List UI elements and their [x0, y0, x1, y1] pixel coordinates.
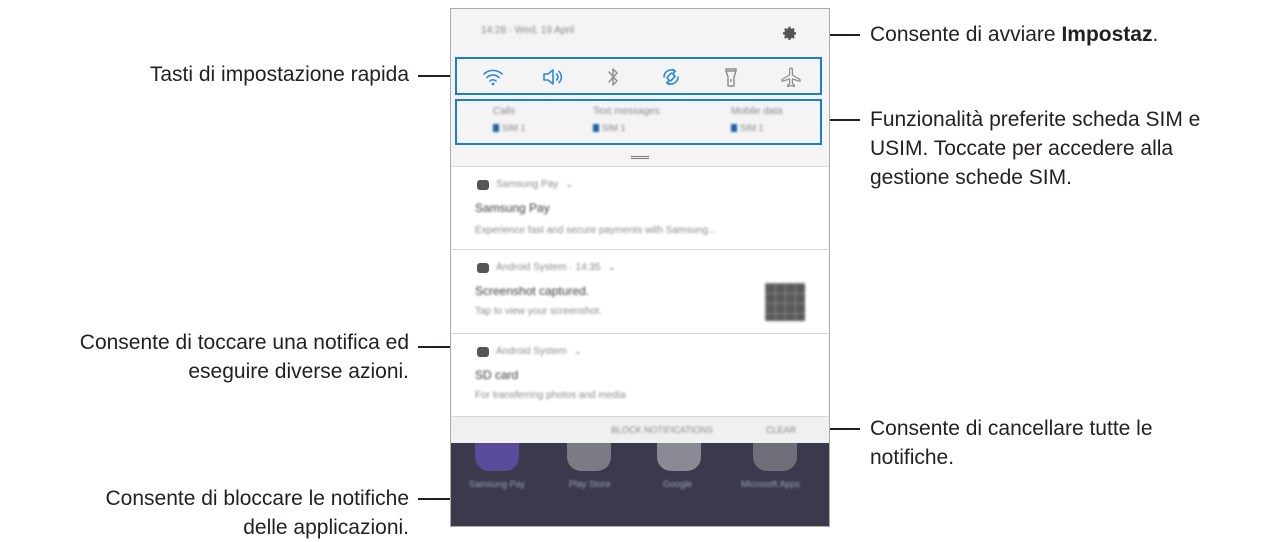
- dock-label: Samsung Pay: [469, 479, 526, 489]
- sim-calls[interactable]: Calls SIM 1: [493, 106, 526, 133]
- notification-app-name: Samsung Pay: [496, 179, 559, 190]
- sim-data-value-row: SIM 1: [731, 123, 783, 133]
- dock-label: Play Store: [569, 479, 611, 489]
- wifi-icon[interactable]: [481, 66, 505, 88]
- sim-text-messages[interactable]: Text messages SIM 1: [593, 106, 660, 133]
- block-notifications-button[interactable]: BLOCK NOTIFICATIONS: [611, 425, 713, 435]
- airplane-mode-icon[interactable]: [779, 66, 803, 88]
- chevron-down-icon[interactable]: ⌄: [608, 262, 616, 273]
- notification-app-name: Android System: [496, 346, 567, 357]
- settings-gear-icon[interactable]: [780, 24, 798, 42]
- notification-text: For transferring photos and media: [475, 390, 626, 401]
- quick-settings-bar: [455, 57, 822, 95]
- callout-sim-line2: USIM. Toccate per accedere alla: [870, 137, 1174, 160]
- sim-text-title: Text messages: [593, 106, 660, 117]
- notification-actions-bar: BLOCK NOTIFICATIONS CLEAR: [451, 416, 829, 443]
- callout-sim-line1: Funzionalità preferite scheda SIM e: [870, 108, 1201, 131]
- callout-settings-prefix: Consente di avviare: [870, 23, 1062, 46]
- image-icon: [477, 262, 489, 273]
- callout-settings-suffix: .: [1152, 23, 1159, 46]
- auto-rotate-icon[interactable]: [659, 66, 683, 88]
- callout-notification-line2: eseguire diverse azioni.: [188, 360, 409, 383]
- sim-data-title: Mobile data: [731, 106, 783, 117]
- notification-card-samsung-pay[interactable]: Samsung Pay ⌄ Samsung Pay Experience fas…: [451, 166, 829, 250]
- clear-button[interactable]: CLEAR: [766, 425, 796, 435]
- callout-clear-line2: notifiche.: [870, 446, 955, 469]
- callout-clear-line1: Consente di cancellare tutte le: [870, 417, 1153, 440]
- sd-card-icon: [477, 346, 489, 357]
- callout-settings-bold: Impostaz: [1061, 23, 1153, 46]
- sim-preferences-bar[interactable]: Calls SIM 1 Text messages SIM 1 Mobile d…: [455, 99, 822, 145]
- notification-title: Screenshot captured.: [475, 284, 590, 298]
- callout-settings: Consente di avviare Impostaz.: [870, 20, 1158, 49]
- sim-card-icon: [593, 124, 599, 132]
- callout-notification-line1: Consente di toccare una notifica ed: [79, 331, 409, 354]
- phone-screen: 14:28 · Wed, 19 April Calls SIM 1 Text m…: [450, 8, 830, 527]
- notification-app-row: Android System ⌄: [477, 346, 582, 357]
- notification-card-sd-card[interactable]: Android System ⌄ SD card For transferrin…: [451, 333, 829, 417]
- sim-card-icon: [731, 124, 737, 132]
- status-bar: 14:28 · Wed, 19 April: [451, 9, 829, 55]
- chevron-down-icon[interactable]: ⌄: [565, 179, 573, 190]
- dock-label: Google: [663, 479, 693, 489]
- dock-label: Microsoft Apps: [741, 479, 801, 489]
- home-screen-dock: Samsung Pay Play Store Google Microsoft …: [451, 443, 829, 526]
- sim-card-icon: [493, 124, 499, 132]
- notification-app-row: Samsung Pay ⌄: [477, 179, 574, 190]
- callout-notification-actions: Consente di toccare una notifica ed eseg…: [80, 328, 409, 386]
- samsung-pay-app-icon[interactable]: [475, 443, 519, 471]
- notification-text: Tap to view your screenshot.: [475, 306, 602, 317]
- samsung-pay-icon: [477, 179, 489, 190]
- microsoft-apps-icon[interactable]: [753, 443, 797, 471]
- callout-sim-line3: gestione schede SIM.: [870, 166, 1072, 189]
- chevron-down-icon[interactable]: ⌄: [574, 346, 582, 357]
- notification-title: Samsung Pay: [475, 201, 550, 215]
- callout-quick-settings: Tasti di impostazione rapida: [149, 63, 409, 86]
- sim-text-value-row: SIM 1: [593, 123, 660, 133]
- callout-block-line2: delle applicazioni.: [243, 516, 409, 539]
- sim-mobile-data[interactable]: Mobile data SIM 1: [731, 106, 783, 133]
- sim-calls-title: Calls: [493, 106, 516, 117]
- notification-app-name: Android System · 14:35: [496, 262, 601, 273]
- notification-text: Experience fast and secure payments with…: [475, 225, 717, 236]
- notification-panel: 14:28 · Wed, 19 April Calls SIM 1 Text m…: [451, 9, 829, 417]
- sim-calls-value: SIM 1: [502, 123, 526, 133]
- sim-calls-value-row: SIM 1: [493, 123, 526, 133]
- notification-title: SD card: [475, 368, 519, 382]
- callout-block-notifications: Consente di bloccare le notifiche delle …: [105, 484, 409, 542]
- leader-line-quick-settings: [418, 75, 454, 77]
- sim-text-value: SIM 1: [602, 123, 626, 133]
- play-store-app-icon[interactable]: [567, 443, 611, 471]
- status-time: 14:28 · Wed, 19 April: [481, 25, 575, 36]
- google-app-icon[interactable]: [657, 443, 701, 471]
- notification-app-row: Android System · 14:35 ⌄: [477, 262, 616, 273]
- callout-sim: Funzionalità preferite scheda SIM e USIM…: [870, 105, 1200, 192]
- bluetooth-icon[interactable]: [601, 66, 625, 88]
- flashlight-icon[interactable]: [719, 66, 743, 88]
- screenshot-thumbnail[interactable]: [765, 283, 805, 321]
- notification-card-screenshot[interactable]: Android System · 14:35 ⌄ Screenshot capt…: [451, 249, 829, 334]
- sim-data-value: SIM 1: [740, 123, 764, 133]
- callout-block-line1: Consente di bloccare le notifiche: [105, 487, 409, 510]
- callout-clear: Consente di cancellare tutte le notifich…: [870, 414, 1153, 472]
- sound-icon[interactable]: [541, 66, 565, 88]
- drag-handle-icon[interactable]: [631, 156, 649, 159]
